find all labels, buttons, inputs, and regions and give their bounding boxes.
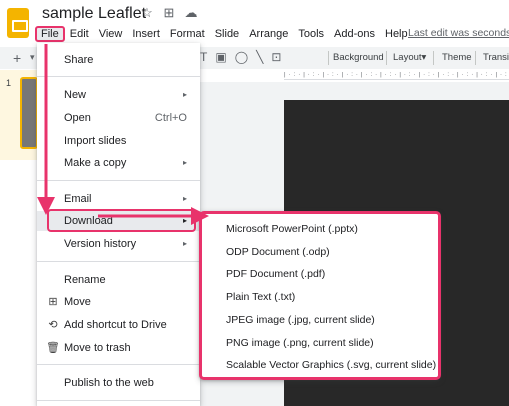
- last-edit-link[interactable]: Last edit was seconds: [408, 27, 509, 39]
- submenu-arrow-icon: ▸: [182, 158, 187, 167]
- move-to-trash-label: Move to trash: [64, 342, 131, 354]
- menu-divider: [37, 364, 200, 365]
- folder-move-icon: ⊞: [48, 296, 58, 308]
- horizontal-ruler: |·:·|·:·|·:·|·:·|·:·|·:·|·:·|·:·|·:·|·:·…: [284, 72, 509, 80]
- menu-item-add-shortcut[interactable]: ⟲ Add shortcut to Drive: [37, 315, 200, 335]
- rename-label: Rename: [64, 274, 106, 286]
- import-slides-label: Import slides: [64, 135, 127, 147]
- add-shortcut-label: Add shortcut to Drive: [64, 319, 167, 331]
- comment-icon[interactable]: ⊡: [271, 50, 281, 64]
- menu-bar: File Edit View Insert Format Slide Arran…: [35, 26, 413, 42]
- layout-button[interactable]: Layout▾: [393, 52, 426, 63]
- menu-edit[interactable]: Edit: [65, 26, 94, 42]
- title-icons: ☆ ⊞ ☁: [139, 5, 199, 21]
- download-option-txt[interactable]: Plain Text (.txt): [226, 288, 295, 306]
- download-highlight-box: [47, 209, 196, 232]
- open-shortcut: Ctrl+O: [154, 112, 187, 124]
- line-icon[interactable]: ╲: [256, 50, 263, 64]
- toolbar-insert-icons: T ▣ ◯ ╲ ⊡: [200, 50, 281, 64]
- menu-item-move-to-trash[interactable]: 🗑 Move to trash: [37, 338, 200, 358]
- move-label: Move: [64, 296, 91, 308]
- new-slide-icon[interactable]: +: [13, 50, 21, 66]
- submenu-arrow-icon: ▸: [182, 194, 187, 203]
- menu-item-import-slides[interactable]: Import slides: [37, 131, 200, 151]
- slides-logo-icon[interactable]: [7, 8, 29, 38]
- background-button[interactable]: Background: [333, 52, 384, 63]
- drive-shortcut-icon: ⟲: [48, 319, 58, 331]
- menu-item-make-copy[interactable]: Make a copy ▸: [37, 153, 200, 173]
- menu-divider: [37, 400, 200, 401]
- menu-arrange[interactable]: Arrange: [244, 26, 293, 42]
- toolbar-divider: [328, 51, 329, 65]
- slide-thumbnail[interactable]: [20, 77, 38, 149]
- menu-divider: [37, 76, 200, 77]
- download-option-jpg[interactable]: JPEG image (.jpg, current slide): [226, 311, 375, 329]
- menu-divider: [37, 180, 200, 181]
- shape-icon[interactable]: ◯: [235, 50, 248, 64]
- toolbar-divider: [475, 51, 476, 65]
- menu-addons[interactable]: Add-ons: [329, 26, 380, 42]
- make-copy-label: Make a copy: [64, 157, 127, 169]
- menu-item-rename[interactable]: Rename: [37, 270, 200, 290]
- download-option-png[interactable]: PNG image (.png, current slide): [226, 334, 374, 352]
- text-box-icon[interactable]: T: [200, 50, 207, 64]
- cloud-saved-icon[interactable]: ☁: [183, 5, 199, 21]
- caret-down-icon: ▾: [421, 52, 427, 63]
- image-icon[interactable]: ▣: [215, 50, 226, 64]
- menu-item-version-history[interactable]: Version history ▸: [37, 234, 200, 254]
- toolbar-divider: [386, 51, 387, 65]
- download-submenu: Microsoft PowerPoint (.pptx) ODP Documen…: [199, 211, 441, 380]
- menu-format[interactable]: Format: [165, 26, 210, 42]
- layout-label: Layout: [393, 52, 422, 63]
- menu-item-email[interactable]: Email ▸: [37, 189, 200, 209]
- menu-item-open[interactable]: Open Ctrl+O: [37, 108, 200, 128]
- download-option-odp[interactable]: ODP Document (.odp): [226, 243, 330, 261]
- theme-button[interactable]: Theme: [442, 52, 472, 63]
- menu-view[interactable]: View: [94, 26, 128, 42]
- menu-item-move[interactable]: ⊞ Move: [37, 292, 200, 312]
- star-icon[interactable]: ☆: [139, 5, 155, 21]
- slide-number: 1: [6, 78, 12, 88]
- menu-divider: [37, 261, 200, 262]
- open-label: Open: [64, 112, 91, 124]
- submenu-arrow-icon: ▸: [182, 90, 187, 99]
- download-option-pdf[interactable]: PDF Document (.pdf): [226, 265, 325, 283]
- share-label: Share: [64, 54, 94, 66]
- download-option-svg[interactable]: Scalable Vector Graphics (.svg, current …: [226, 356, 436, 374]
- document-title[interactable]: sample Leaflet: [42, 5, 146, 23]
- trash-icon: 🗑: [46, 342, 60, 354]
- menu-slide[interactable]: Slide: [210, 26, 244, 42]
- menu-item-new[interactable]: New ▸: [37, 85, 200, 105]
- menu-insert[interactable]: Insert: [127, 26, 165, 42]
- menu-tools[interactable]: Tools: [293, 26, 329, 42]
- publish-label: Publish to the web: [64, 377, 154, 389]
- new-label: New: [64, 89, 87, 101]
- email-label: Email: [64, 193, 92, 205]
- menu-item-share[interactable]: Share: [37, 50, 200, 70]
- menu-item-publish[interactable]: Publish to the web: [37, 373, 200, 393]
- new-slide-dropdown-icon[interactable]: ▾: [30, 52, 35, 63]
- menu-file[interactable]: File: [35, 26, 65, 42]
- transition-button[interactable]: Transi: [483, 52, 509, 63]
- move-to-folder-icon[interactable]: ⊞: [161, 5, 177, 21]
- download-option-pptx[interactable]: Microsoft PowerPoint (.pptx): [226, 220, 358, 238]
- version-history-label: Version history: [64, 238, 137, 250]
- toolbar-divider: [433, 51, 434, 65]
- submenu-arrow-icon: ▸: [182, 239, 187, 248]
